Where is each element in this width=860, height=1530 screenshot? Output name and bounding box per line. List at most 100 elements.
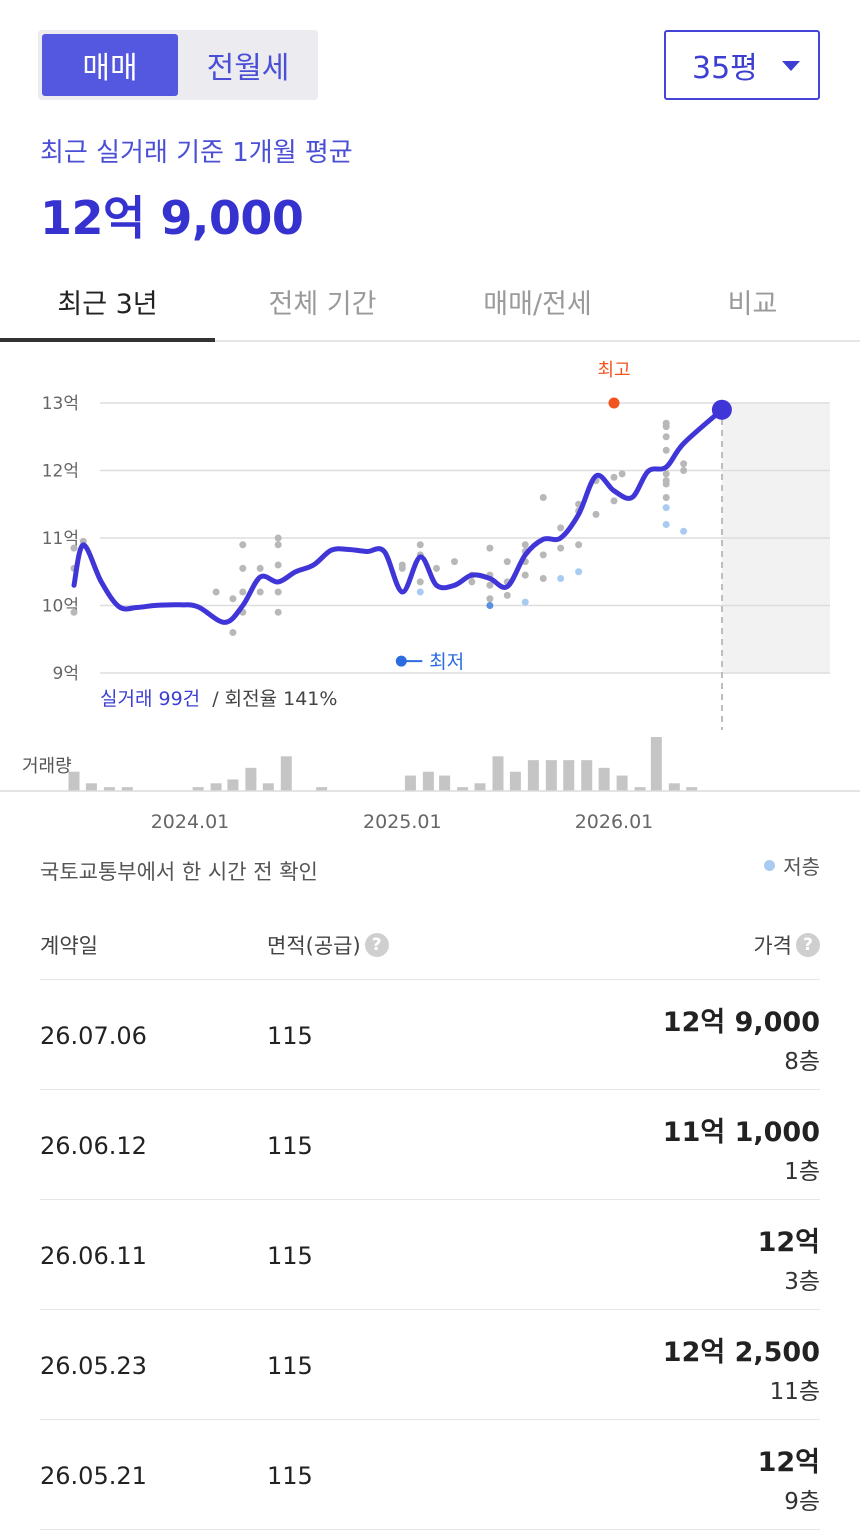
table-header: 계약일 면적(공급) ? 가격 ? xyxy=(40,922,820,980)
deal-point xyxy=(486,595,494,603)
tab-sale-jeonse[interactable]: 매매/전세 xyxy=(430,262,645,340)
average-price: 12억 9,000 xyxy=(40,191,304,245)
tab-compare[interactable]: 비교 xyxy=(645,262,860,340)
header-date: 계약일 xyxy=(40,934,98,958)
deal-point xyxy=(433,564,441,572)
low-floor-deal-point xyxy=(416,588,424,596)
volume-bar xyxy=(598,767,610,791)
deal-point xyxy=(70,608,78,616)
table-row[interactable]: 26.06.11 115 12억 3층 xyxy=(40,1200,820,1310)
tab-all-period[interactable]: 전체 기간 xyxy=(215,262,430,340)
volume-bar xyxy=(422,771,434,791)
floor-value: 3층 xyxy=(784,1269,820,1295)
contract-date: 26.05.21 xyxy=(40,1462,147,1490)
table-row[interactable]: 26.06.12 115 11억 1,000 1층 xyxy=(40,1090,820,1200)
volume-bar xyxy=(563,760,575,791)
deal-point xyxy=(539,575,547,582)
rent-tab[interactable]: 전월세 xyxy=(180,34,316,96)
price-chart[interactable]: 13억12억11억10억9억 최고최저 실거래 99건 / 회전율 141% 거… xyxy=(0,342,860,842)
deal-point xyxy=(662,433,670,441)
deal-point xyxy=(662,494,670,501)
average-label: 최근 실거래 기준 1개월 평균 xyxy=(40,138,353,168)
low-floor-deal-point xyxy=(662,521,670,528)
low-floor-deal-point xyxy=(680,527,688,535)
x-tick-label: 2024.01 xyxy=(151,811,230,833)
deal-point xyxy=(256,588,264,596)
volume-bar xyxy=(210,783,222,791)
low-floor-deal-point xyxy=(575,568,583,576)
price-value: 12억 xyxy=(757,1447,820,1478)
deal-point xyxy=(557,544,565,552)
deal-point xyxy=(575,541,583,549)
deal-point xyxy=(274,588,282,596)
volume-bar xyxy=(581,760,593,791)
volume-bar xyxy=(527,760,539,791)
size-dropdown[interactable]: 35평 xyxy=(664,30,820,100)
price-value: 12억 9,000 xyxy=(662,1007,820,1038)
y-tick-label: 9억 xyxy=(53,664,79,684)
caret-down-icon xyxy=(782,61,800,71)
deal-point xyxy=(486,544,494,552)
volume-bar xyxy=(280,756,292,791)
deal-point xyxy=(539,494,547,501)
deal-point xyxy=(618,470,626,478)
x-tick-label: 2025.01 xyxy=(363,811,442,833)
low-floor-deal-point xyxy=(521,598,529,606)
latest-price-marker xyxy=(711,399,732,420)
help-icon[interactable]: ? xyxy=(364,933,389,957)
header-area-label: 면적(공급) xyxy=(267,934,361,958)
floor-value: 8층 xyxy=(784,1049,820,1075)
deal-point xyxy=(610,497,618,505)
deal-count: 실거래 99건 xyxy=(100,688,200,710)
volume-bar xyxy=(68,771,80,791)
price-value: 12억 2,500 xyxy=(662,1337,820,1368)
deal-point xyxy=(592,510,600,518)
table-row[interactable]: 26.05.21 115 12억 9층 xyxy=(40,1420,820,1530)
period-tabs: 최근 3년 전체 기간 매매/전세 비교 xyxy=(0,262,860,342)
price-value: 11억 1,000 xyxy=(662,1117,820,1148)
volume-bar xyxy=(509,771,521,791)
table-row[interactable]: 26.05.23 115 12억 2,500 11층 xyxy=(40,1310,820,1420)
volume-bar xyxy=(245,767,257,791)
deal-point xyxy=(274,541,282,549)
deal-point xyxy=(212,588,220,596)
deal-point xyxy=(274,561,282,569)
volume-bar xyxy=(668,783,680,791)
deal-point xyxy=(416,578,424,586)
deal-point xyxy=(468,578,476,586)
help-icon[interactable]: ? xyxy=(796,933,820,957)
deal-point xyxy=(229,595,237,603)
deal-point xyxy=(680,467,688,474)
deal-point xyxy=(662,480,670,488)
header-price-label: 가격 xyxy=(753,934,792,958)
table-row[interactable]: 26.07.06 115 12억 9,000 8층 xyxy=(40,980,820,1090)
y-tick-label: 13억 xyxy=(42,394,79,414)
header-area: 면적(공급) ? xyxy=(267,930,389,960)
legend-low-floor-label: 저층 xyxy=(783,855,820,879)
source-text: 국토교통부에서 한 시간 전 확인 xyxy=(40,860,318,884)
deal-point xyxy=(239,588,247,596)
volume-bar xyxy=(545,760,557,791)
floor-value: 11층 xyxy=(769,1379,820,1405)
price-trend-line xyxy=(71,407,725,625)
high-marker-label: 최고 xyxy=(597,360,630,381)
contract-date: 26.06.12 xyxy=(40,1132,147,1160)
deal-point xyxy=(521,541,529,549)
deal-point xyxy=(521,571,529,579)
deal-point xyxy=(662,470,670,478)
trade-type-toggle: 매매 전월세 xyxy=(38,30,318,100)
contract-date: 26.05.23 xyxy=(40,1352,147,1380)
volume-bar xyxy=(85,783,97,791)
floor-value: 9층 xyxy=(784,1489,820,1515)
sale-tab[interactable]: 매매 xyxy=(42,34,178,96)
deal-point xyxy=(610,473,618,481)
size-value: 35평 xyxy=(692,51,758,86)
area-value: 115 xyxy=(267,1022,313,1050)
low-floor-deal-point xyxy=(557,575,565,582)
tab-recent-3y[interactable]: 최근 3년 xyxy=(0,262,215,342)
deal-point xyxy=(450,558,458,566)
volume-bar xyxy=(227,779,239,791)
deal-point xyxy=(274,608,282,616)
deal-point xyxy=(416,541,424,549)
y-tick-label: 12억 xyxy=(42,462,79,482)
